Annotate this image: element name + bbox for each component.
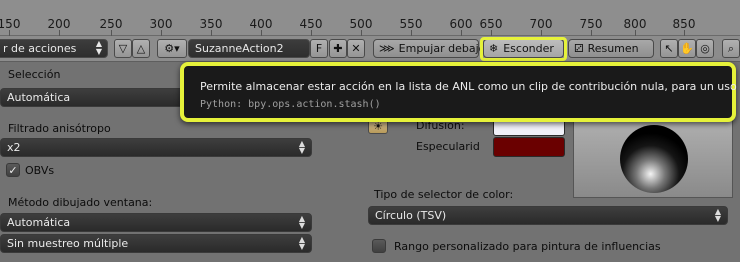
- new-action-icon[interactable]: ✚: [329, 39, 347, 58]
- timeline-ruler[interactable]: 150 200 250 300 350 400 450 500 550 600 …: [0, 0, 740, 36]
- window-draw-method-value: Automática: [7, 216, 71, 229]
- fake-user-button[interactable]: F: [310, 39, 328, 58]
- tooltip-python: Python: bpy.ops.action.stash(): [200, 99, 381, 110]
- action-name-label: SuzanneAction2: [195, 42, 284, 55]
- action-browse-icon[interactable]: ⚙▾: [157, 39, 187, 58]
- updown-arrows-icon: ▲ ▼: [714, 207, 721, 223]
- summary-label: Resumen: [587, 42, 639, 55]
- ruler-tick-label: 200: [47, 17, 71, 31]
- stash-button-highlight: [480, 37, 567, 61]
- summary-toggle-button[interactable]: ⚂ Resumen: [568, 39, 654, 58]
- ruler-tick-label: 600: [449, 17, 473, 31]
- summary-icon: ⚂: [574, 42, 584, 55]
- ruler-tick-label: 700: [529, 17, 553, 31]
- ruler-tick-label: 850: [672, 17, 696, 31]
- action-name-field[interactable]: SuzanneAction2: [188, 39, 310, 58]
- ruler-tick-label: 650: [479, 17, 503, 31]
- chevron-down-icon[interactable]: ▽: [114, 39, 132, 58]
- window-draw-method-label: Método dibujado ventana:: [8, 196, 153, 209]
- ruler-tick-label: 450: [299, 17, 323, 31]
- hand-icon[interactable]: ✋: [678, 39, 696, 58]
- cursor-icon[interactable]: ↖: [660, 39, 678, 58]
- updown-arrows-icon: ▲ ▼: [298, 139, 305, 155]
- target-icon[interactable]: ◎: [696, 39, 714, 58]
- mode-dropdown-label: r de acciones: [3, 42, 77, 55]
- dopesheet-header: r de acciones ▲ ▼ ▽ △ ⚙▾ SuzanneAction2 F…: [0, 36, 740, 62]
- ruler-tick-label: 550: [399, 17, 423, 31]
- color-picker-type-dropdown[interactable]: Círculo (TSV) ▲ ▼: [368, 206, 728, 225]
- ruler-tick-label: 800: [623, 17, 647, 31]
- anisotropic-filter-value: x2: [7, 141, 21, 154]
- color-picker-type-value: Círculo (TSV): [375, 209, 447, 222]
- selection-label: Selección: [8, 68, 61, 81]
- ruler-tick-label: 500: [349, 17, 373, 31]
- multisample-dropdown[interactable]: Sin muestreo múltiple ▲ ▼: [0, 234, 312, 253]
- ruler-tick-label: 150: [0, 17, 21, 31]
- ruler-tick-label: 400: [249, 17, 273, 31]
- ruler-tick-label: 300: [149, 17, 173, 31]
- push-down-button[interactable]: ⋙ Empujar debajo: [373, 39, 485, 58]
- stash-tooltip: Permite almacenar estar acción en la lis…: [180, 62, 740, 122]
- custom-range-checkbox[interactable]: [372, 239, 386, 253]
- search-icon[interactable]: ⌕: [722, 39, 740, 58]
- ruler-tick-label: 350: [199, 17, 223, 31]
- fake-user-label: F: [315, 42, 323, 55]
- push-down-label: Empujar debajo: [398, 42, 486, 55]
- window-draw-method-dropdown[interactable]: Automática ▲ ▼: [0, 213, 312, 232]
- push-down-icon: ⋙: [379, 42, 395, 55]
- updown-arrows-icon: ▲ ▼: [298, 235, 305, 251]
- custom-range-label: Rango personalizado para pintura de infl…: [394, 240, 661, 253]
- specular-color-swatch[interactable]: [493, 137, 565, 157]
- mode-dropdown[interactable]: r de acciones ▲ ▼: [0, 39, 108, 58]
- unlink-action-icon[interactable]: ✕: [347, 39, 365, 58]
- color-picker-type-label: Tipo de selector de color:: [374, 188, 514, 201]
- ruler-tick-label: 750: [579, 17, 603, 31]
- selection-value: Automática: [7, 91, 71, 104]
- chevron-up-icon[interactable]: △: [132, 39, 150, 58]
- multisample-value: Sin muestreo múltiple: [7, 237, 129, 250]
- anisotropic-filter-label: Filtrado anisótropo: [8, 122, 111, 135]
- obvs-checkbox[interactable]: ✓: [6, 163, 20, 177]
- updown-arrows-icon: ▲ ▼: [298, 214, 305, 230]
- anisotropic-filter-dropdown[interactable]: x2 ▲ ▼: [0, 138, 312, 157]
- specular-label: Especularid: [416, 140, 480, 153]
- updown-arrows-icon: ▲ ▼: [95, 39, 102, 56]
- obvs-label: OBVs: [25, 164, 55, 177]
- ruler-tick-label: 250: [99, 17, 123, 31]
- tooltip-description: Permite almacenar estar acción en la lis…: [200, 80, 740, 93]
